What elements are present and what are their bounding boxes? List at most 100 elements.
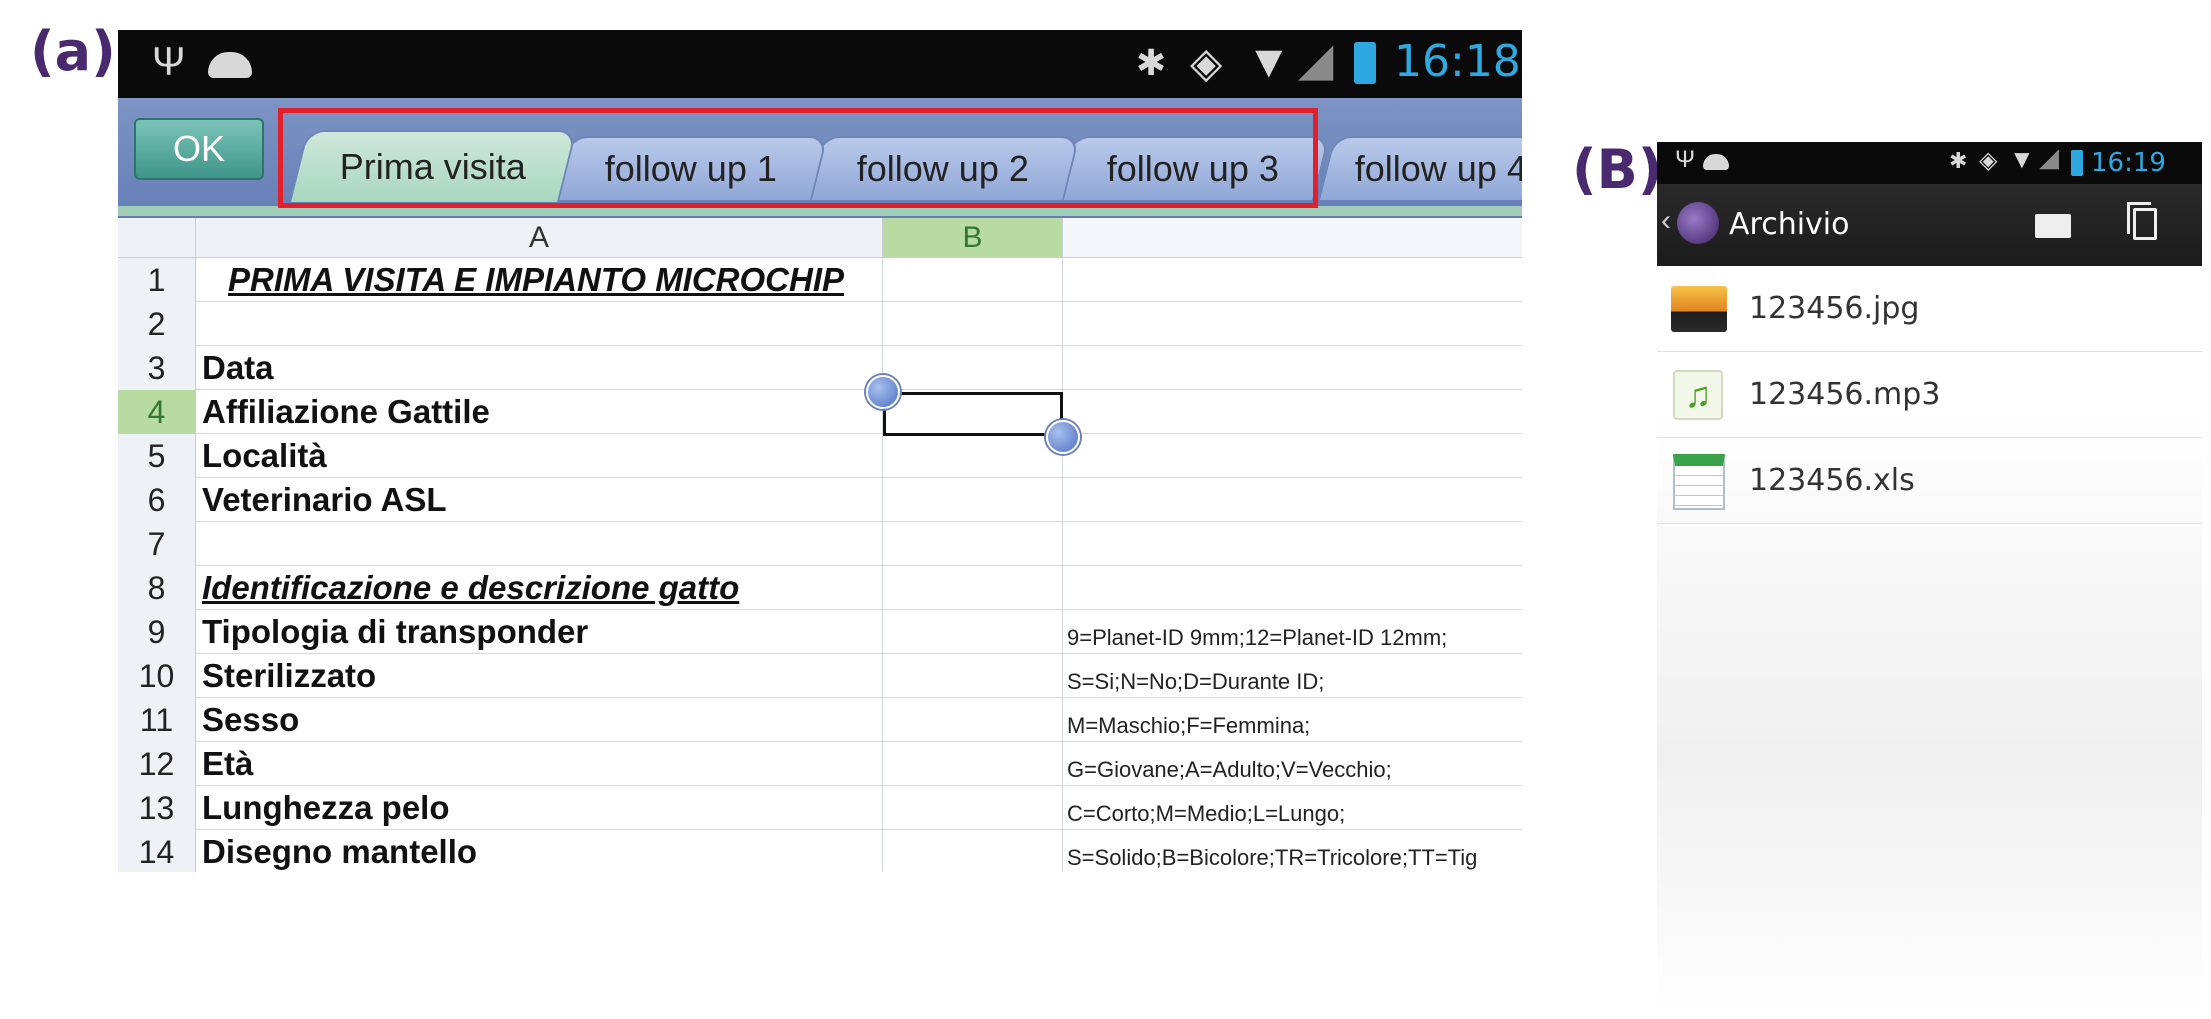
column-header-c[interactable] bbox=[1063, 218, 1522, 258]
list-item[interactable]: ♫ 123456.mp3 bbox=[1657, 352, 2202, 438]
phone-screen-b: Ψ ✱ ◈ ▼ ◢ 16:19 ‹ Archivio 123456.jpg ♫ … bbox=[1657, 142, 2202, 1019]
cell-c[interactable] bbox=[1063, 302, 1522, 346]
selection-handle-end[interactable] bbox=[1046, 420, 1080, 454]
archive-title: Archivio bbox=[1729, 207, 1850, 242]
cell-a[interactable]: Lunghezza pelo bbox=[196, 786, 883, 830]
cell-b[interactable] bbox=[883, 302, 1063, 346]
cell-c[interactable] bbox=[1063, 390, 1522, 434]
list-item[interactable]: 123456.xls bbox=[1657, 438, 2202, 524]
android-debug-icon bbox=[1703, 154, 1729, 170]
cell-a[interactable]: Località bbox=[196, 434, 883, 478]
row-number[interactable]: 2 bbox=[118, 302, 196, 346]
cell-c[interactable]: M=Maschio;F=Femmina; bbox=[1063, 698, 1522, 742]
cell-c[interactable] bbox=[1063, 566, 1522, 610]
row-number[interactable]: 8 bbox=[118, 566, 196, 610]
column-header-b[interactable]: B bbox=[883, 218, 1063, 258]
table-row: 10 Sterilizzato S=Si;N=No;D=Durante ID; bbox=[118, 654, 1522, 698]
list-item[interactable]: 123456.jpg bbox=[1657, 266, 2202, 352]
row-number[interactable]: 7 bbox=[118, 522, 196, 566]
selection-handle-start[interactable] bbox=[866, 375, 900, 409]
cell-b[interactable] bbox=[883, 478, 1063, 522]
cell-b[interactable] bbox=[883, 258, 1063, 302]
cell-c[interactable] bbox=[1063, 522, 1522, 566]
battery-icon bbox=[1354, 42, 1376, 84]
cell-a[interactable]: Disegno mantello bbox=[196, 830, 883, 872]
cell-c[interactable] bbox=[1063, 434, 1522, 478]
back-chevron-icon[interactable]: ‹ bbox=[1661, 204, 1671, 238]
file-name: 123456.xls bbox=[1749, 463, 1915, 498]
cell-b[interactable] bbox=[883, 786, 1063, 830]
cell-a[interactable] bbox=[196, 522, 883, 566]
row-number[interactable]: 10 bbox=[118, 654, 196, 698]
row-number[interactable]: 1 bbox=[118, 258, 196, 302]
cell-selection[interactable] bbox=[883, 392, 1063, 436]
table-row: 9 Tipologia di transponder 9=Planet-ID 9mm… bbox=[118, 610, 1522, 654]
row-number[interactable]: 4 bbox=[118, 390, 196, 434]
table-row: 6 Veterinario ASL bbox=[118, 478, 1522, 522]
cell-b[interactable] bbox=[883, 522, 1063, 566]
row-number[interactable]: 12 bbox=[118, 742, 196, 786]
row-number[interactable]: 6 bbox=[118, 478, 196, 522]
row-number[interactable]: 13 bbox=[118, 786, 196, 830]
wifi-icon: ▼ bbox=[1246, 35, 1292, 87]
corner-header[interactable] bbox=[118, 218, 196, 258]
row-number[interactable]: 14 bbox=[118, 830, 196, 872]
signal-icon: ◢ bbox=[2039, 142, 2059, 172]
ok-button[interactable]: OK bbox=[134, 118, 264, 180]
action-bar: ‹ Archivio bbox=[1657, 184, 2202, 266]
table-row: 1 PRIMA VISITA E IMPIANTO MICROCHIP bbox=[118, 258, 1522, 302]
status-bar: Ψ ✱ ◈ ▼ ◢ 16:19 bbox=[1657, 142, 2202, 184]
mail-icon[interactable] bbox=[2035, 214, 2071, 238]
table-row: 13 Lunghezza pelo C=Corto;M=Medio;L=Lungo; bbox=[118, 786, 1522, 830]
cell-b[interactable] bbox=[883, 742, 1063, 786]
cell-c[interactable]: C=Corto;M=Medio;L=Lungo; bbox=[1063, 786, 1522, 830]
cell-c[interactable] bbox=[1063, 478, 1522, 522]
cell-c[interactable] bbox=[1063, 258, 1522, 302]
row-number[interactable]: 11 bbox=[118, 698, 196, 742]
app-logo-icon[interactable] bbox=[1677, 202, 1719, 244]
signal-icon: ◢ bbox=[1298, 33, 1334, 85]
android-debug-icon bbox=[208, 52, 252, 78]
table-row: 11 Sesso M=Maschio;F=Femmina; bbox=[118, 698, 1522, 742]
file-name: 123456.jpg bbox=[1749, 291, 1920, 326]
cell-b[interactable] bbox=[883, 610, 1063, 654]
cell-a[interactable]: Sterilizzato bbox=[196, 654, 883, 698]
cell-b[interactable] bbox=[883, 346, 1063, 390]
cell-c[interactable]: G=Giovane;A=Adulto;V=Vecchio; bbox=[1063, 742, 1522, 786]
cell-c[interactable]: S=Si;N=No;D=Durante ID; bbox=[1063, 654, 1522, 698]
cell-a[interactable]: PRIMA VISITA E IMPIANTO MICROCHIP bbox=[196, 258, 883, 302]
wifi-icon: ▼ bbox=[2009, 144, 2035, 174]
tab-follow-up-4[interactable]: follow up 4 bbox=[1318, 136, 1522, 200]
cell-a[interactable]: Affiliazione Gattile bbox=[196, 390, 883, 434]
cell-c[interactable] bbox=[1063, 346, 1522, 390]
cell-a[interactable]: Età bbox=[196, 742, 883, 786]
usb-icon: Ψ bbox=[152, 40, 186, 84]
cell-a[interactable] bbox=[196, 302, 883, 346]
battery-icon bbox=[2071, 150, 2083, 176]
row-number[interactable]: 3 bbox=[118, 346, 196, 390]
status-time: 16:18 bbox=[1394, 36, 1521, 87]
column-header-a[interactable]: A bbox=[196, 218, 883, 258]
cell-a[interactable]: Tipologia di transponder bbox=[196, 610, 883, 654]
cell-b[interactable] bbox=[883, 830, 1063, 872]
row-number[interactable]: 9 bbox=[118, 610, 196, 654]
cell-c[interactable]: 9=Planet-ID 9mm;12=Planet-ID 12mm; bbox=[1063, 610, 1522, 654]
table-row: 7 bbox=[118, 522, 1522, 566]
table-row: 5 Località bbox=[118, 434, 1522, 478]
cell-a[interactable]: Sesso bbox=[196, 698, 883, 742]
highlight-box bbox=[278, 108, 1318, 208]
cell-a[interactable]: Veterinario ASL bbox=[196, 478, 883, 522]
cell-c[interactable]: S=Solido;B=Bicolore;TR=Tricolore;TT=Tig bbox=[1063, 830, 1522, 872]
image-file-icon bbox=[1671, 286, 1727, 332]
cell-b[interactable] bbox=[883, 698, 1063, 742]
status-bar: Ψ ✱ ◈ ▼ ◢ 16:18 bbox=[118, 30, 1522, 98]
table-row: 8 Identificazione e descrizione gatto bbox=[118, 566, 1522, 610]
cell-a[interactable]: Identificazione e descrizione gatto bbox=[196, 566, 883, 610]
status-time: 16:19 bbox=[2091, 148, 2166, 178]
cell-b[interactable] bbox=[883, 434, 1063, 478]
cell-b[interactable] bbox=[883, 566, 1063, 610]
row-number[interactable]: 5 bbox=[118, 434, 196, 478]
panel-label-b: (B) bbox=[1572, 138, 1663, 201]
cell-a[interactable]: Data bbox=[196, 346, 883, 390]
cell-b[interactable] bbox=[883, 654, 1063, 698]
